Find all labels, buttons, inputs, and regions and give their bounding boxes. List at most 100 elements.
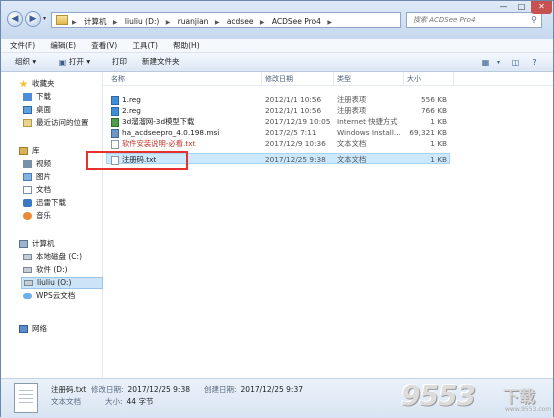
library-icon [19, 147, 28, 155]
organize-button[interactable]: 组织 ▾ [15, 56, 36, 68]
details-modified: 修改日期: 2017/12/25 9:38 [91, 385, 190, 394]
address-area: ◀ ▶ ▾ ▶ 计算机 ▶ liuliu (D:) ▶ ruanjian ▶ a… [1, 1, 553, 39]
watermark-logo: 9553 下载 www.9553.com [401, 379, 552, 413]
explorer-window: ◀ ▶ ▾ ▶ 计算机 ▶ liuliu (D:) ▶ ruanjian ▶ a… [0, 0, 554, 418]
open-button[interactable]: 打开 ▾ [69, 56, 90, 68]
picture-icon [23, 173, 32, 181]
chevron-right-icon: ▶ [165, 19, 171, 26]
file-size: 69,321 KB [409, 128, 447, 137]
breadcrumb: ▶ 计算机 ▶ liuliu (D:) ▶ ruanjian ▶ acdsee … [72, 16, 337, 27]
details-file-name: 注册码.txt [51, 385, 87, 394]
file-list: 名称 修改日期 类型 大小 1.reg 2012/1/1 10:56 注册表项 … [103, 72, 553, 378]
breadcrumb-item[interactable]: ACDSee Pro4 [272, 17, 321, 26]
column-divider[interactable] [403, 72, 404, 85]
star-icon [19, 80, 28, 88]
forward-button[interactable]: ▶ [25, 11, 41, 27]
preview-pane-icon[interactable]: ◫ [509, 56, 522, 69]
search-box[interactable]: ⚲ [406, 12, 542, 28]
recent-pages-dropdown[interactable]: ▾ [43, 15, 46, 22]
nav-recent-places[interactable]: 最近访问的位置 [23, 118, 89, 128]
file-row[interactable]: 软件安装说明-必看.txt 2017/12/9 10:36 文本文档 1 KB [106, 138, 450, 149]
new-folder-button[interactable]: 新建文件夹 [142, 56, 180, 68]
nav-drive-c[interactable]: 本地磁盘 (C:) [23, 252, 82, 262]
registry-file-icon [111, 95, 119, 105]
drive-icon [23, 267, 32, 273]
nav-music[interactable]: 音乐 [23, 211, 51, 221]
menu-tools[interactable]: 工具(T) [132, 39, 157, 52]
text-file-icon [111, 139, 119, 149]
nav-libraries[interactable]: 库 [19, 146, 40, 156]
breadcrumb-item[interactable]: 计算机 [84, 17, 107, 26]
file-date: 2017/12/9 10:36 [265, 139, 326, 148]
column-header-type[interactable]: 类型 [337, 74, 351, 84]
file-type: Windows Install... [337, 128, 401, 137]
file-row[interactable]: ha_acdseepro_4.0.198.msi 2017/2/5 7:11 W… [106, 127, 450, 138]
menu-view[interactable]: 查看(V) [91, 39, 117, 52]
command-bar: 组织 ▾ ▣ 打开 ▾ 打印 新建文件夹 ▦ ▾ ◫ ? [1, 53, 553, 72]
chevron-right-icon: ▶ [214, 19, 220, 26]
breadcrumb-item[interactable]: liuliu (D:) [125, 17, 159, 26]
nav-thunder-downloads[interactable]: 迅雷下载 [23, 198, 66, 208]
column-divider[interactable] [453, 72, 454, 85]
cloud-icon [23, 293, 32, 299]
chevron-down-icon[interactable]: ▾ [492, 56, 505, 69]
music-icon [23, 212, 32, 220]
file-type: 文本文档 [337, 155, 367, 164]
print-button[interactable]: 打印 [112, 56, 127, 68]
close-button[interactable]: ✕ [531, 1, 552, 14]
drive-icon [23, 254, 32, 260]
nav-wps-cloud[interactable]: WPS云文档 [23, 291, 75, 301]
column-header-date[interactable]: 修改日期 [265, 74, 293, 84]
file-type: 注册表项 [337, 95, 367, 104]
file-row[interactable]: 3d溜溜网-3d模型下载 2017/12/19 10:05 Internet 快… [106, 116, 450, 127]
view-options-icon[interactable]: ▦ [479, 56, 492, 69]
search-input[interactable] [411, 15, 525, 25]
file-date: 2012/1/1 10:56 [265, 95, 322, 104]
installer-file-icon [111, 128, 119, 138]
column-divider[interactable] [333, 72, 334, 85]
nav-pictures[interactable]: 图片 [23, 172, 51, 182]
nav-drive-d[interactable]: 软件 (D:) [23, 265, 68, 275]
internet-shortcut-icon [111, 117, 119, 127]
registry-file-icon [111, 106, 119, 116]
menu-edit[interactable]: 编辑(E) [50, 39, 76, 52]
file-row[interactable]: 1.reg 2012/1/1 10:56 注册表项 556 KB [106, 94, 450, 105]
nav-drive-o[interactable]: liuliu (O:) [21, 277, 103, 289]
search-icon: ⚲ [531, 15, 537, 24]
folder-icon [56, 15, 68, 25]
breadcrumb-item[interactable]: ruanjian [178, 17, 209, 26]
help-icon[interactable]: ? [528, 56, 541, 69]
file-size: 1 KB [430, 155, 447, 164]
menu-help[interactable]: 帮助(H) [173, 39, 200, 52]
breadcrumb-item[interactable]: acdsee [227, 17, 254, 26]
nav-computer[interactable]: 计算机 [19, 239, 55, 249]
computer-icon [19, 240, 28, 248]
download-icon [23, 93, 32, 101]
network-icon [19, 325, 28, 333]
minimize-button[interactable]: — [495, 1, 512, 14]
address-bar[interactable]: ▶ 计算机 ▶ liuliu (D:) ▶ ruanjian ▶ acdsee … [51, 12, 401, 28]
column-header-size[interactable]: 大小 [407, 74, 421, 84]
details-created: 创建日期: 2017/12/25 9:37 [204, 385, 303, 394]
nav-desktop[interactable]: 桌面 [23, 105, 51, 115]
maximize-button[interactable]: □ [513, 1, 530, 14]
nav-videos[interactable]: 视频 [23, 159, 51, 169]
file-name: 3d溜溜网-3d模型下载 [122, 117, 195, 126]
column-divider[interactable] [261, 72, 262, 85]
file-date: 2012/1/1 10:56 [265, 106, 322, 115]
file-name: 软件安装说明-必看.txt [122, 139, 196, 148]
column-header-name[interactable]: 名称 [111, 74, 125, 84]
file-name: ha_acdseepro_4.0.198.msi [122, 128, 220, 137]
nav-documents[interactable]: 文档 [23, 185, 51, 195]
nav-network[interactable]: 网络 [19, 324, 47, 334]
chevron-right-icon: ▶ [72, 19, 77, 26]
highlight-box [86, 151, 188, 170]
nav-favorites[interactable]: 收藏夹 [19, 79, 55, 89]
file-row[interactable]: 2.reg 2012/1/1 10:56 注册表项 766 KB [106, 105, 450, 116]
menu-file[interactable]: 文件(F) [10, 39, 35, 52]
document-icon [23, 186, 32, 194]
back-button[interactable]: ◀ [7, 11, 23, 27]
file-size: 766 KB [420, 106, 447, 115]
nav-downloads[interactable]: 下载 [23, 92, 51, 102]
column-header-row: 名称 修改日期 类型 大小 [103, 72, 553, 86]
